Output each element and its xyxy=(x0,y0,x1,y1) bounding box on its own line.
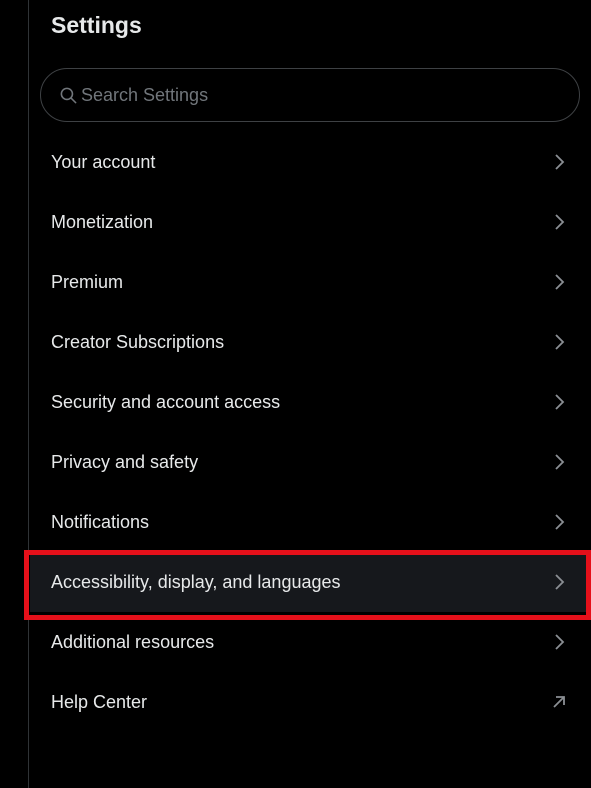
search-icon xyxy=(60,87,77,104)
menu-item-privacy[interactable]: Privacy and safety xyxy=(30,432,591,492)
chevron-right-icon xyxy=(555,274,565,290)
menu-item-security[interactable]: Security and account access xyxy=(30,372,591,432)
menu-item-premium[interactable]: Premium xyxy=(30,252,591,312)
menu-item-monetization[interactable]: Monetization xyxy=(30,192,591,252)
menu-item-label: Accessibility, display, and languages xyxy=(51,572,341,592)
menu-item-accessibility[interactable]: Accessibility, display, and languages xyxy=(30,552,591,612)
chevron-right-icon xyxy=(555,514,565,530)
menu-item-label: Additional resources xyxy=(51,632,215,652)
chevron-right-icon xyxy=(555,394,565,410)
menu-item-label: Notifications xyxy=(51,512,150,532)
menu-item-label: Help Center xyxy=(51,692,148,712)
settings-panel: Settings Your account Monetization Premi… xyxy=(30,0,591,788)
menu-item-notifications[interactable]: Notifications xyxy=(30,492,591,552)
menu-item-your-account[interactable]: Your account xyxy=(30,132,591,192)
menu-item-label: Privacy and safety xyxy=(51,452,199,472)
page-title: Settings xyxy=(51,12,142,38)
menu-item-label: Premium xyxy=(51,272,124,292)
chevron-right-icon xyxy=(555,334,565,350)
settings-menu: Your account Monetization Premium Creato… xyxy=(30,132,591,732)
chevron-right-icon xyxy=(555,634,565,650)
menu-item-label: Security and account access xyxy=(51,392,281,412)
search-input[interactable] xyxy=(81,69,561,121)
chevron-right-icon xyxy=(555,214,565,230)
chevron-right-icon xyxy=(555,154,565,170)
search-box[interactable] xyxy=(40,68,580,122)
menu-item-label: Your account xyxy=(51,152,156,172)
menu-item-help-center[interactable]: Help Center xyxy=(30,672,591,732)
menu-item-label: Creator Subscriptions xyxy=(51,332,225,352)
chevron-right-icon xyxy=(555,454,565,470)
menu-item-creator-subscriptions[interactable]: Creator Subscriptions xyxy=(30,312,591,372)
external-link-arrow-icon xyxy=(553,696,565,708)
menu-item-additional-resources[interactable]: Additional resources xyxy=(30,612,591,672)
chevron-right-icon xyxy=(555,574,565,590)
left-rail-divider xyxy=(0,0,29,788)
menu-item-label: Monetization xyxy=(51,212,154,232)
